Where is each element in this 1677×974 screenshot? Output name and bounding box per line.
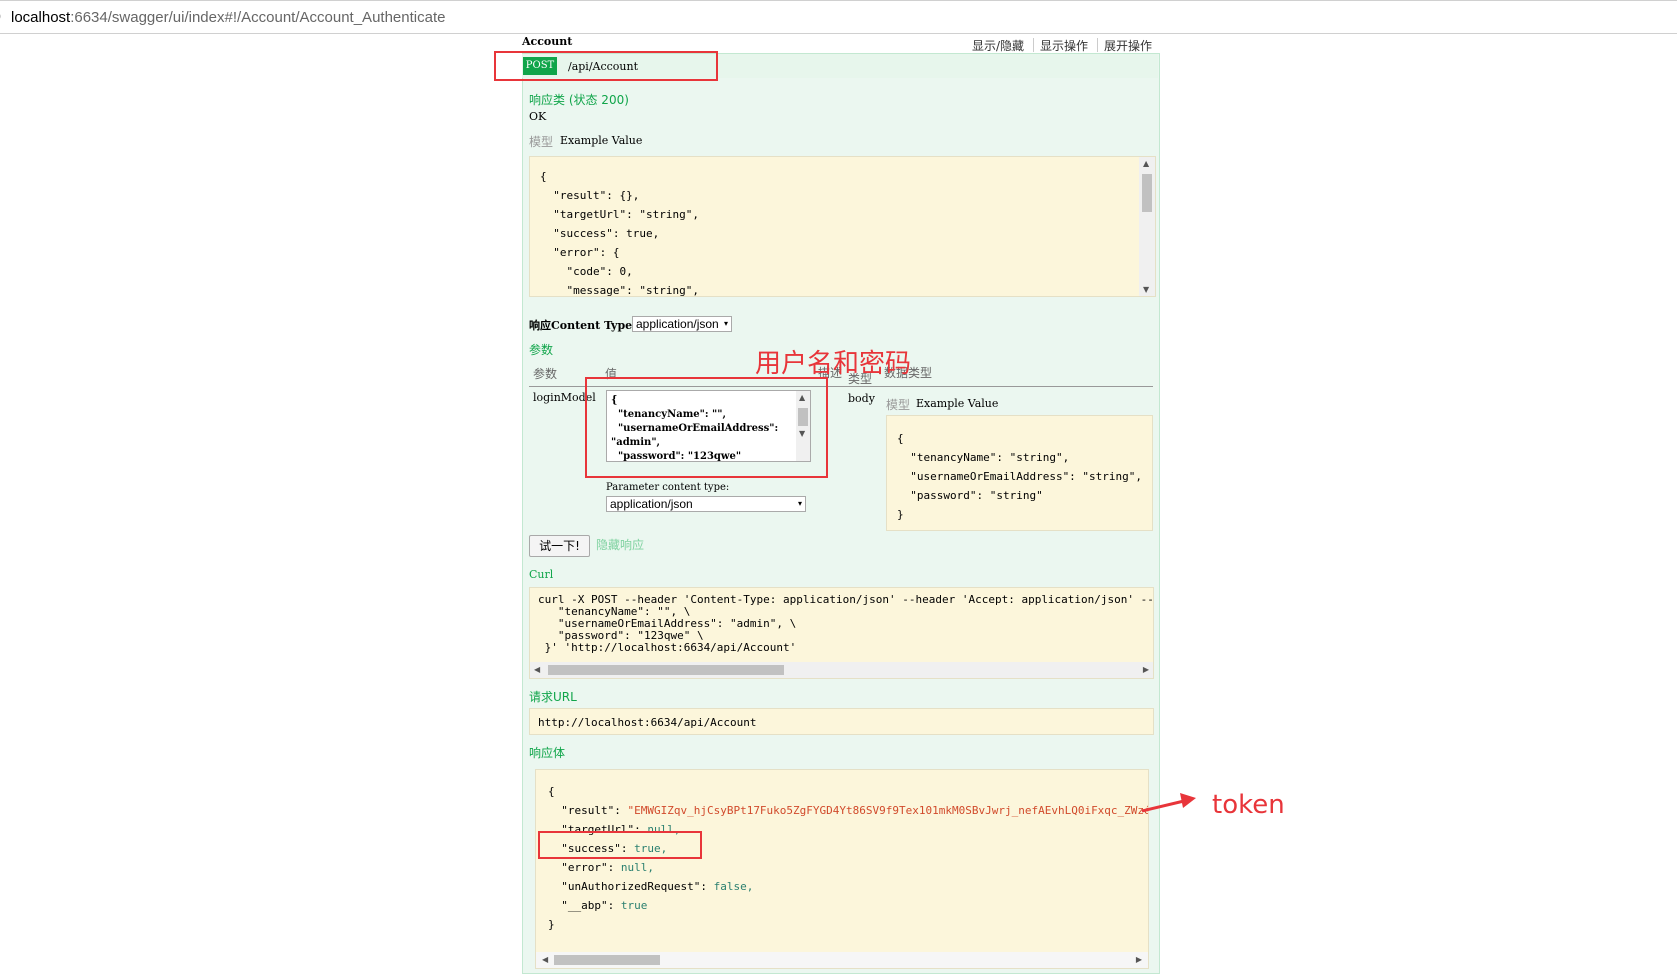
address-url[interactable]: localhost:6634/swagger/ui/index#!/Accoun… [11,9,445,26]
token-value: "EMWGIZqv_hjCsyBPt17Fuko5ZgFYGD4Yt86SV9f… [627,804,1149,817]
request-url-box: http://localhost:6634/api/Account [529,708,1154,735]
dropdown-caret-icon: ▾ [797,499,802,508]
scroll-thumb[interactable] [554,955,660,965]
response-body-title: 响应体 [529,746,566,760]
scroll-down-icon[interactable]: ▼ [1143,285,1149,294]
param-content-type-select[interactable]: application/json ▾ [606,496,806,512]
curl-box: curl -X POST --header 'Content-Type: app… [529,587,1154,679]
code-line: { [548,785,555,798]
scroll-left-icon[interactable]: ◀ [534,665,540,674]
code-line: "error": { [540,246,620,259]
code-line: "tenancyName": "string", [897,451,1070,464]
response-class-title: 响应类 (状态 200) [529,93,629,107]
credentials-annotation: 用户名和密码 [755,349,912,379]
example-value-tab[interactable]: Example Value [560,134,642,147]
param-example-box[interactable]: { "tenancyName": "string", "usernameOrEm… [886,415,1153,531]
code-line: "success": true, [540,227,660,240]
curl-title: Curl [529,568,554,581]
parameters-title: 参数 [529,343,554,357]
response-content-type-label: 响应Content Type [529,319,633,332]
horizontal-scrollbar[interactable]: ◀ ▶ [536,952,1148,968]
code-line: "password": "string" [897,489,1043,502]
scroll-left-icon[interactable]: ◀ [542,955,548,964]
json-value: true [620,899,648,912]
param-model-tab[interactable]: 模型 [886,396,910,413]
response-example-box: { "result": {}, "targetUrl": "string", "… [529,156,1156,297]
code-line: "code": 0, [540,265,633,278]
annotation-box-operation [494,51,718,81]
json-value: null, [620,861,654,874]
scroll-up-icon[interactable]: ▲ [1143,159,1149,168]
expand-operations-link[interactable]: 展开操作 [1104,37,1152,54]
vertical-scrollbar[interactable]: ▲ ▼ [1139,157,1155,296]
list-operations-link[interactable]: 显示操作 [1040,37,1088,54]
json-key: "__abp": [548,899,621,912]
code-line: } [897,508,904,521]
scroll-thumb[interactable] [548,665,784,675]
request-url-value: http://localhost:6634/api/Account [538,716,757,729]
dropdown-caret-icon: ▾ [723,319,728,328]
toggle-show-hide-link[interactable]: 显示/隐藏 [972,37,1024,54]
page-info-icon[interactable]: ) [0,9,1,25]
try-it-out-button[interactable]: 试一下! [529,535,590,557]
code-line: } [548,918,555,931]
scroll-right-icon[interactable]: ▶ [1143,665,1149,674]
response-status-text: OK [529,110,547,123]
model-tab[interactable]: 模型 [529,133,553,150]
annotation-box-success [538,831,702,859]
param-example-value-tab[interactable]: Example Value [916,397,998,410]
code-line: "result": {}, [540,189,640,202]
code-line: "targetUrl": "string", [540,208,699,221]
json-value: false, [713,880,754,893]
json-key: "error": [548,861,621,874]
scroll-right-icon[interactable]: ▶ [1136,955,1142,964]
ops-divider [1033,38,1034,52]
param-type: body [848,392,875,405]
browser-address-bar[interactable]: ) localhost:6634/swagger/ui/index#!/Acco… [0,0,1677,34]
hide-response-link[interactable]: 隐藏响应 [596,536,644,553]
response-content-type-select[interactable]: application/json ▾ [632,316,732,332]
arrow-icon [1141,793,1196,813]
code-line: { [540,170,547,183]
request-url-title: 请求URL [529,690,577,704]
ops-divider [1097,38,1098,52]
annotation-box-credentials [585,377,828,478]
param-column-header: 参数 [533,367,558,381]
resource-title[interactable]: Account [522,35,572,48]
response-body-box: { "result": "EMWGIZqv_hjCsyBPt17Fuko5ZgF… [535,769,1149,969]
code-line: "message": "string", [540,284,699,297]
json-key: "unAuthorizedRequest": [548,880,714,893]
scroll-thumb[interactable] [1142,174,1152,212]
json-key: "result": [548,804,628,817]
horizontal-scrollbar[interactable]: ◀ ▶ [530,662,1153,678]
code-line: }' 'http://localhost:6634/api/Account' [538,641,797,654]
token-annotation: token [1212,790,1285,820]
code-line: { [897,432,904,445]
param-content-type-label: Parameter content type: [606,482,730,493]
code-line: "usernameOrEmailAddress": "string", [897,470,1143,483]
